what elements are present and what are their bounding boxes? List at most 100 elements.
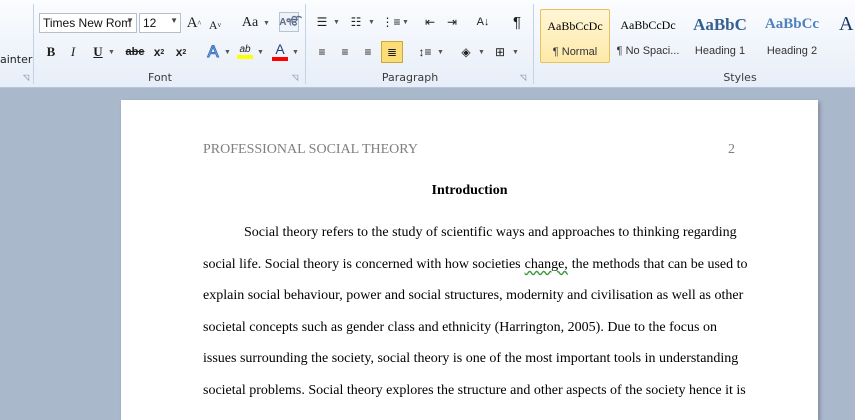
format-painter-button[interactable]: ainter: [0, 50, 32, 68]
chevron-down-icon[interactable]: ▼: [292, 49, 299, 56]
paragraph-line: Social theory refers to the study of sci…: [244, 225, 737, 240]
sort-button[interactable]: A↓: [474, 12, 492, 32]
font-launcher-icon[interactable]: ◹: [292, 74, 300, 82]
font-color-button[interactable]: A: [270, 40, 290, 62]
decrease-indent-icon: ⇤: [424, 15, 436, 29]
clipboard-launcher-icon[interactable]: ◹: [23, 74, 31, 82]
italic-icon: I: [70, 44, 76, 59]
style-name: Heading 2: [766, 45, 818, 57]
align-right-icon: ≡: [364, 45, 372, 59]
bullets-button[interactable]: ☰: [313, 12, 331, 32]
style-sample: AaBbC: [693, 15, 747, 34]
style-sample: AaBbCcDc: [620, 18, 676, 32]
group-separator: [33, 4, 34, 84]
chevron-down-icon[interactable]: ▼: [368, 19, 375, 26]
show-formatting-button[interactable]: ¶: [508, 12, 526, 32]
paragraph-line: societal concepts such as gender class a…: [203, 320, 717, 335]
paragraph-launcher-icon[interactable]: ◹: [520, 74, 528, 82]
chevron-down-icon[interactable]: ▼: [333, 19, 340, 26]
style-name: ¶ Normal: [552, 46, 598, 58]
shrink-font-button[interactable]: Av: [206, 15, 224, 35]
paragraph-line: explain social behaviour, power and soci…: [203, 288, 744, 303]
align-center-icon: ≡: [341, 45, 349, 59]
chevron-down-icon[interactable]: ▼: [263, 20, 270, 27]
chevron-down-icon[interactable]: ▼: [224, 49, 231, 56]
chevron-down-icon[interactable]: ▼: [257, 49, 264, 56]
chevron-down-icon[interactable]: ▼: [437, 49, 444, 56]
style-no-spacing[interactable]: AaBbCcDc ¶ No Spaci...: [613, 9, 683, 63]
chevron-down-icon[interactable]: ▼: [478, 49, 485, 56]
paragraph-group-label: Paragraph: [381, 71, 439, 84]
style-sample: AaBbCc: [764, 16, 820, 32]
chevron-down-icon[interactable]: ▼: [402, 19, 409, 26]
style-heading-1[interactable]: AaBbC Heading 1: [685, 9, 755, 63]
style-sample: AaBbCcDc: [547, 19, 603, 33]
italic-button[interactable]: I: [64, 42, 82, 62]
strikethrough-icon: abe: [125, 46, 145, 58]
styles-group-label: Styles: [723, 71, 757, 84]
paint-bucket-icon: ◈: [461, 45, 471, 59]
borders-button[interactable]: ⊞: [491, 42, 509, 62]
superscript-button[interactable]: x2: [172, 42, 190, 62]
change-case-button[interactable]: Aa: [238, 13, 262, 33]
shading-button[interactable]: ◈: [457, 42, 475, 62]
page-number: 2: [728, 142, 735, 157]
text-span: the methods that can be used to: [571, 257, 748, 272]
font-color-swatch: [272, 57, 288, 61]
shrink-font-icon: A: [208, 17, 218, 32]
strikethrough-button[interactable]: abe: [124, 42, 146, 62]
subscript-button[interactable]: x2: [150, 42, 168, 62]
chevron-down-icon[interactable]: ▼: [170, 16, 178, 25]
chevron-down-icon[interactable]: ▼: [512, 49, 519, 56]
borders-icon: ⊞: [494, 45, 506, 59]
chevron-down-icon[interactable]: ▼: [126, 16, 134, 25]
line-spacing-button[interactable]: ↕≡: [416, 42, 434, 62]
bold-button[interactable]: B: [42, 42, 60, 62]
style-name: Heading 1: [694, 45, 746, 57]
justify-button[interactable]: ≣: [381, 41, 403, 63]
multilevel-list-icon: ⋮≡: [381, 15, 401, 29]
bullets-icon: ☰: [316, 15, 328, 29]
group-separator: [533, 4, 534, 84]
justify-icon: ≣: [386, 45, 398, 59]
document-page[interactable]: PROFESSIONAL SOCIAL THEORY 2 Introductio…: [121, 100, 818, 420]
underline-button[interactable]: U: [89, 42, 107, 62]
multilevel-list-button[interactable]: ⋮≡: [381, 12, 401, 32]
numbering-button[interactable]: ☷: [347, 12, 365, 32]
font-family-combo[interactable]: Times New Rom ▼: [39, 13, 137, 33]
increase-indent-button[interactable]: ⇥: [443, 12, 461, 32]
ribbon: ainter ◹ Times New Rom ▼ 12 ▼ A ^ Av Aa ▼…: [0, 0, 855, 88]
chevron-down-icon[interactable]: ▼: [108, 49, 115, 56]
underline-icon: U: [93, 44, 103, 59]
text-effects-button[interactable]: A: [203, 41, 223, 63]
text-span: social life. Social theory is concerned …: [203, 257, 521, 272]
align-right-button[interactable]: ≡: [359, 42, 377, 62]
paragraph-line: social life. Social theory is concerned …: [203, 257, 748, 273]
section-heading: Introduction: [431, 183, 508, 198]
decrease-indent-button[interactable]: ⇤: [421, 12, 439, 32]
align-left-icon: ≡: [318, 45, 326, 59]
bold-icon: B: [46, 44, 56, 59]
style-sample: A: [839, 13, 854, 35]
line-spacing-icon: ↕≡: [418, 45, 432, 59]
pilcrow-icon: ¶: [512, 13, 522, 31]
sort-icon: A↓: [476, 16, 490, 28]
paragraph-line: issues surrounding the society, social t…: [203, 351, 739, 366]
align-left-button[interactable]: ≡: [313, 42, 331, 62]
font-family-value: Times New Rom: [43, 16, 132, 30]
highlighter-icon: ab: [239, 43, 251, 55]
highlight-button[interactable]: ab: [235, 40, 255, 62]
style-normal[interactable]: AaBbCcDc ¶ Normal: [540, 9, 610, 63]
clear-formatting-button[interactable]: Aੴ: [279, 12, 299, 32]
change-case-icon: Aa: [241, 15, 259, 30]
subscript-icon: x: [153, 45, 161, 59]
grow-font-button[interactable]: A ^: [185, 13, 203, 33]
align-center-button[interactable]: ≡: [336, 42, 354, 62]
style-title[interactable]: A: [829, 9, 855, 63]
running-header: PROFESSIONAL SOCIAL THEORY: [203, 142, 418, 157]
grow-font-icon: A: [186, 14, 198, 31]
clear-formatting-icon: Aੴ: [279, 16, 299, 28]
highlight-color-swatch: [237, 54, 253, 59]
style-heading-2[interactable]: AaBbCc Heading 2: [757, 9, 827, 63]
font-size-combo[interactable]: 12 ▼: [139, 13, 181, 33]
